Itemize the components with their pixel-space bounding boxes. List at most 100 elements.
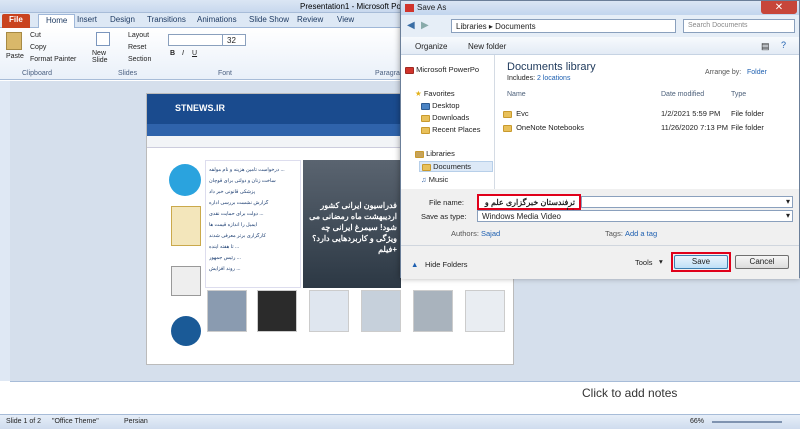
view-options-icon[interactable]: ▤ bbox=[761, 41, 770, 52]
list-item[interactable]: روند افزایش ... bbox=[209, 266, 299, 272]
hide-folders-icon[interactable]: ▲ bbox=[411, 260, 418, 269]
font-size-select[interactable]: 32 bbox=[222, 34, 246, 46]
file-date-cell: 11/26/2020 7:13 PM bbox=[661, 123, 728, 132]
tab-slide-show[interactable]: Slide Show bbox=[242, 14, 296, 28]
paragraph-group-label: Paragra bbox=[375, 70, 400, 77]
dialog-toolbar: Organize New folder ▤ ? bbox=[401, 37, 799, 55]
tools-button[interactable]: Tools bbox=[635, 258, 653, 267]
breadcrumb-libraries[interactable]: Libraries bbox=[456, 22, 487, 31]
breadcrumb-documents[interactable]: Documents bbox=[495, 22, 535, 31]
news-thumbnail[interactable] bbox=[413, 290, 453, 332]
table-row[interactable]: Evc 1/2/2021 5:59 PM File folder bbox=[503, 109, 795, 118]
nav-item-desktop[interactable]: Desktop bbox=[421, 101, 460, 110]
save-button[interactable]: Save bbox=[674, 255, 728, 269]
language-indicator[interactable]: Persian bbox=[124, 418, 148, 425]
documents-icon bbox=[422, 163, 431, 171]
tags-value[interactable]: Add a tag bbox=[625, 229, 657, 238]
slide-counter: Slide 1 of 2 bbox=[6, 418, 42, 425]
university-logo bbox=[171, 316, 201, 346]
forward-icon[interactable]: ▶ bbox=[421, 20, 429, 31]
locations-link[interactable]: 2 locations bbox=[537, 75, 570, 82]
font-group-label: Font bbox=[218, 70, 233, 77]
arrange-by-select[interactable]: Folder bbox=[747, 69, 767, 76]
nav-item-documents[interactable]: Documents bbox=[419, 161, 493, 172]
hide-folders-button[interactable]: Hide Folders bbox=[425, 260, 468, 269]
nav-item-recent-places[interactable]: Recent Places bbox=[421, 125, 480, 134]
help-icon[interactable]: ? bbox=[781, 40, 786, 50]
list-item[interactable]: دولت برای حمایت نقدی ... bbox=[209, 211, 299, 217]
news-thumbnail[interactable] bbox=[257, 290, 297, 332]
new-folder-button[interactable]: New folder bbox=[468, 42, 506, 51]
library-title: Documents library bbox=[507, 61, 596, 73]
zoom-level[interactable]: 66% bbox=[690, 418, 704, 425]
slide-thumbnail-panel[interactable] bbox=[0, 81, 10, 381]
authors-label: Authors: bbox=[451, 229, 479, 238]
tab-review[interactable]: Review bbox=[290, 14, 330, 28]
format-painter-button[interactable]: Format Painter bbox=[30, 56, 76, 63]
nav-item-libraries[interactable]: Libraries bbox=[415, 149, 455, 158]
bold-icon[interactable]: B bbox=[170, 50, 175, 57]
file-name-dropdown[interactable]: ▾ bbox=[581, 196, 793, 208]
paste-icon[interactable] bbox=[6, 32, 22, 50]
zoom-slider[interactable] bbox=[712, 421, 782, 423]
featured-news-image[interactable]: فدراسیون ایرانی کشور اردیبهشت ماه رمضانی… bbox=[303, 160, 401, 288]
underline-icon[interactable]: U bbox=[192, 50, 197, 57]
column-header-date[interactable]: Date modified bbox=[661, 91, 704, 98]
nav-item-music[interactable]: ♫ Music bbox=[421, 175, 448, 184]
dialog-title-bar: Save As ✕ bbox=[401, 1, 799, 15]
cut-button[interactable]: Cut bbox=[30, 32, 41, 39]
list-item[interactable]: پزشکی قانونی خبر داد bbox=[209, 189, 299, 195]
dialog-title: Save As bbox=[417, 3, 447, 12]
file-name-input[interactable]: ترفندستان خبرگزاری علم و فناوری bbox=[477, 194, 581, 216]
reset-button[interactable]: Reset bbox=[128, 44, 146, 51]
address-bar[interactable]: Libraries ▸ Documents bbox=[451, 19, 676, 33]
list-item[interactable]: ساخت زنان و دولتی برای قوچان bbox=[209, 178, 299, 184]
news-thumbnail[interactable] bbox=[465, 290, 505, 332]
news-thumbnail[interactable] bbox=[309, 290, 349, 332]
tab-design[interactable]: Design bbox=[103, 14, 142, 28]
layout-button[interactable]: Layout bbox=[128, 32, 149, 39]
address-bar-area: ◀ ▶ Libraries ▸ Documents Search Documen… bbox=[401, 15, 799, 37]
divider bbox=[401, 245, 799, 246]
column-header-type[interactable]: Type bbox=[731, 91, 746, 98]
slides-group-label: Slides bbox=[118, 70, 138, 77]
close-icon[interactable]: ✕ bbox=[761, 1, 797, 14]
paste-button[interactable]: Paste bbox=[6, 53, 24, 60]
tab-transitions[interactable]: Transitions bbox=[140, 14, 193, 28]
new-slide-icon[interactable] bbox=[96, 32, 110, 46]
tab-view[interactable]: View bbox=[330, 14, 361, 28]
theme-name[interactable]: "Office Theme" bbox=[52, 418, 99, 425]
save-as-dialog: Save As ✕ ◀ ▶ Libraries ▸ Documents Sear… bbox=[400, 0, 800, 279]
tab-animations[interactable]: Animations bbox=[190, 14, 244, 28]
column-header-name[interactable]: Name bbox=[507, 91, 526, 98]
italic-icon[interactable]: I bbox=[182, 50, 184, 57]
file-date-cell: 1/2/2021 5:59 PM bbox=[661, 109, 721, 118]
back-icon[interactable]: ◀ bbox=[407, 20, 415, 31]
file-type-cell: File folder bbox=[731, 109, 764, 118]
new-slide-button[interactable]: New Slide bbox=[92, 50, 116, 64]
tab-file[interactable]: File bbox=[2, 14, 30, 28]
nav-item-powerpoint[interactable]: Microsoft PowerPo bbox=[405, 65, 479, 74]
save-as-type-select[interactable]: Windows Media Video ▾ bbox=[477, 210, 793, 222]
list-item[interactable]: رئیس جمهور ... bbox=[209, 255, 299, 261]
list-item[interactable]: کارگزاری برتر معرفی شدند bbox=[209, 233, 299, 239]
section-button[interactable]: Section bbox=[128, 56, 151, 63]
nav-item-downloads[interactable]: Downloads bbox=[421, 113, 469, 122]
cancel-button[interactable]: Cancel bbox=[735, 255, 789, 269]
copy-button[interactable]: Copy bbox=[30, 44, 46, 51]
notes-pane[interactable]: Click to add notes bbox=[10, 381, 800, 403]
news-thumbnail[interactable] bbox=[207, 290, 247, 332]
search-input[interactable]: Search Documents bbox=[683, 19, 795, 33]
news-thumbnail[interactable] bbox=[361, 290, 401, 332]
site-logo: STNEWS.IR bbox=[175, 103, 226, 113]
tab-insert[interactable]: Insert bbox=[70, 14, 104, 28]
table-row[interactable]: OneNote Notebooks 11/26/2020 7:13 PM Fil… bbox=[503, 123, 795, 132]
list-item[interactable]: درخواست تامین هزینه و نام مولفه ... bbox=[209, 167, 299, 173]
organize-button[interactable]: Organize bbox=[415, 42, 447, 51]
list-item[interactable]: ایمیل را اندازه قیمت ها bbox=[209, 222, 299, 228]
list-item[interactable]: تا هفته آینده ... bbox=[209, 244, 299, 250]
list-item[interactable]: گزارش نشست بررسی اداره bbox=[209, 200, 299, 206]
authors-value[interactable]: Sajad bbox=[481, 229, 500, 238]
nav-item-favorites[interactable]: ★ Favorites bbox=[415, 89, 455, 98]
includes-line: Includes: 2 locations bbox=[507, 75, 571, 82]
